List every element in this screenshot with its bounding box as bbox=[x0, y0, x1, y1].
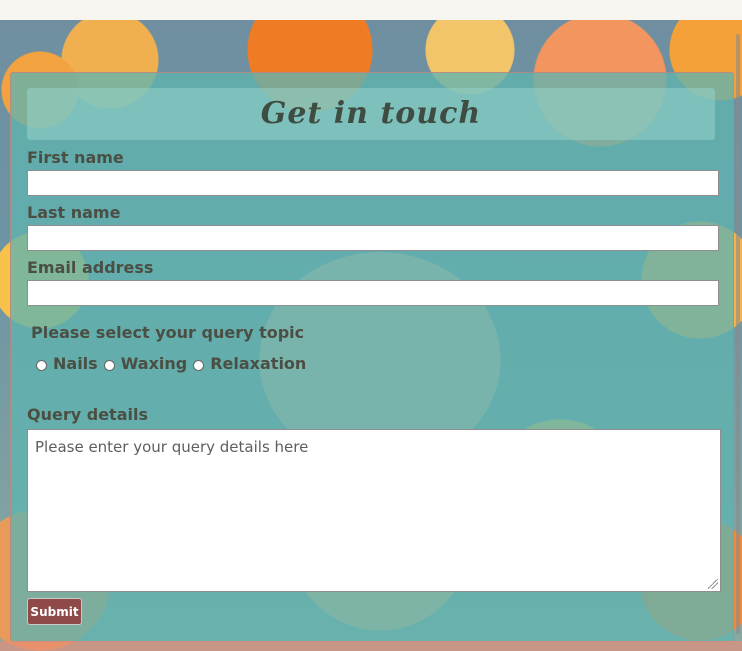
resize-handle-icon[interactable] bbox=[708, 579, 718, 589]
query-details-label: Query details bbox=[27, 405, 148, 424]
submit-button[interactable]: Submit bbox=[27, 598, 82, 625]
nails-radio-label: Nails bbox=[53, 353, 98, 373]
form-title: Get in touch bbox=[260, 96, 482, 131]
relaxation-radio-label: Relaxation bbox=[210, 353, 307, 373]
first-name-label: First name bbox=[27, 148, 124, 167]
last-name-field[interactable] bbox=[27, 225, 719, 251]
email-label: Email address bbox=[27, 258, 154, 277]
query-topic-radio-group: Nails Waxing Relaxation bbox=[34, 352, 306, 374]
query-topic-label: Please select your query topic bbox=[31, 323, 305, 342]
query-details-textarea[interactable]: Please enter your query details here bbox=[27, 429, 721, 592]
first-name-field[interactable] bbox=[27, 170, 719, 196]
waxing-radio-label: Waxing bbox=[120, 353, 188, 373]
top-bar bbox=[0, 0, 742, 20]
nails-radio[interactable] bbox=[36, 359, 47, 371]
query-details-placeholder: Please enter your query details here bbox=[35, 438, 309, 456]
form-bottom-border bbox=[0, 641, 742, 651]
last-name-label: Last name bbox=[27, 203, 121, 222]
email-field[interactable] bbox=[27, 280, 719, 306]
page-scrollbar[interactable] bbox=[736, 34, 740, 634]
waxing-radio[interactable] bbox=[103, 359, 115, 371]
relaxation-radio[interactable] bbox=[193, 359, 205, 371]
